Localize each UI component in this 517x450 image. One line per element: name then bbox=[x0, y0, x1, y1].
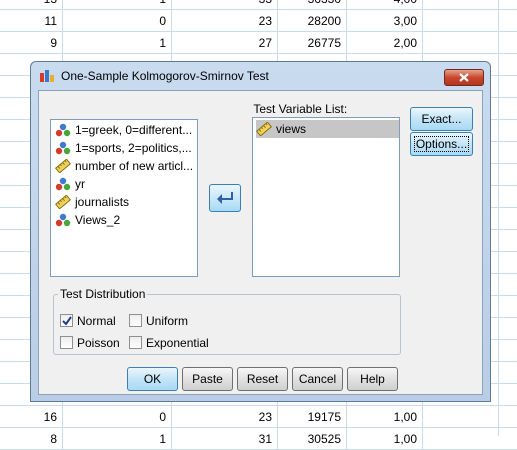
test-variable-list-label-text: Test Variable List: bbox=[253, 102, 348, 116]
table-cell[interactable]: 36330 bbox=[278, 0, 347, 10]
table-cell[interactable]: 23 bbox=[172, 10, 278, 32]
reset-button-label: Reset bbox=[246, 372, 279, 386]
source-variable-list[interactable]: 1=greek, 0=different... 1=sports, 2=poli… bbox=[50, 119, 198, 277]
list-item-label: yr bbox=[75, 177, 85, 191]
normal-checkbox[interactable] bbox=[60, 314, 73, 327]
list-item-label: 1=sports, 2=politics,... bbox=[75, 141, 192, 155]
table-cell[interactable]: 13 bbox=[0, 0, 63, 10]
table-row: 11 0 23 28200 3,00 bbox=[0, 10, 517, 32]
scale-variable-icon bbox=[55, 195, 71, 209]
table-cell[interactable]: 33 bbox=[172, 0, 278, 10]
ks-test-dialog: One-Sample Kolmogorov-Smirnov Test 1=gre… bbox=[30, 61, 491, 402]
table-cell[interactable]: 1 bbox=[63, 428, 172, 450]
table-cell[interactable]: 23 bbox=[172, 406, 278, 428]
help-button[interactable]: Help bbox=[347, 367, 398, 391]
ok-button-label: OK bbox=[143, 372, 162, 386]
table-cell[interactable]: 26775 bbox=[278, 32, 347, 54]
table-cell[interactable]: 2,00 bbox=[347, 32, 423, 54]
nominal-variable-icon bbox=[55, 123, 71, 137]
cancel-button[interactable]: Cancel bbox=[292, 367, 343, 391]
table-cell[interactable]: 1 bbox=[63, 0, 172, 10]
checkmark-icon bbox=[62, 316, 72, 326]
cancel-button-label: Cancel bbox=[298, 372, 337, 386]
table-cell[interactable]: 1,00 bbox=[347, 406, 423, 428]
nominal-variable-icon bbox=[55, 177, 71, 191]
close-button[interactable] bbox=[444, 69, 484, 86]
test-distribution-title: Test Distribution bbox=[58, 287, 148, 301]
list-item-label: number of new articl... bbox=[75, 159, 194, 173]
options-button[interactable]: Options... bbox=[410, 132, 473, 156]
table-row: 16 0 23 19175 1,00 bbox=[0, 406, 517, 428]
exponential-checkbox[interactable] bbox=[129, 336, 142, 349]
uniform-label[interactable]: Uniform bbox=[146, 314, 188, 328]
exponential-label[interactable]: Exponential bbox=[146, 336, 209, 350]
table-cell[interactable]: 9 bbox=[0, 32, 63, 54]
list-item-selected[interactable]: views bbox=[256, 120, 399, 138]
scale-variable-icon bbox=[256, 122, 272, 136]
table-cell[interactable]: 27 bbox=[172, 32, 278, 54]
help-button-label: Help bbox=[360, 372, 385, 386]
table-cell[interactable]: 31 bbox=[172, 428, 278, 450]
paste-button-label: Paste bbox=[192, 372, 223, 386]
list-item-label: Views_2 bbox=[75, 213, 121, 227]
poisson-checkbox[interactable] bbox=[60, 336, 73, 349]
list-item-label: journalists bbox=[75, 195, 130, 209]
table-row: 9 1 27 26775 2,00 bbox=[0, 32, 517, 54]
test-variable-list[interactable]: views bbox=[252, 117, 400, 277]
table-row: 8 1 31 30525 1,00 bbox=[0, 428, 517, 450]
move-variable-button[interactable] bbox=[209, 184, 241, 212]
exact-button-label: Exact... bbox=[421, 112, 462, 126]
list-item-label: 1=greek, 0=different... bbox=[75, 123, 193, 137]
table-cell[interactable]: 0 bbox=[63, 10, 172, 32]
table-cell[interactable]: 16 bbox=[0, 406, 63, 428]
paste-button[interactable]: Paste bbox=[182, 367, 233, 391]
list-item-label: views bbox=[276, 122, 307, 136]
move-arrow-icon bbox=[217, 192, 233, 204]
dialog-title: One-Sample Kolmogorov-Smirnov Test bbox=[61, 69, 269, 83]
table-cell[interactable]: 30525 bbox=[278, 428, 347, 450]
table-cell[interactable]: 8 bbox=[0, 428, 63, 450]
table-cell[interactable]: 11 bbox=[0, 10, 63, 32]
table-cell[interactable]: 1,00 bbox=[347, 428, 423, 450]
nominal-variable-icon bbox=[55, 213, 71, 227]
table-cell[interactable]: 1 bbox=[63, 32, 172, 54]
options-button-label: Options... bbox=[413, 136, 470, 152]
reset-button[interactable]: Reset bbox=[237, 367, 288, 391]
dialog-body: 1=greek, 0=different... 1=sports, 2=poli… bbox=[38, 90, 483, 395]
dialog-app-icon bbox=[40, 70, 54, 82]
table-row: 13 1 33 36330 4,00 bbox=[0, 0, 517, 10]
test-variable-list-label: TTest Variable List: bbox=[253, 102, 348, 116]
scale-variable-icon bbox=[55, 159, 71, 173]
table-cell[interactable]: 4,00 bbox=[347, 0, 423, 10]
table-cell[interactable]: 3,00 bbox=[347, 10, 423, 32]
uniform-checkbox[interactable] bbox=[129, 314, 142, 327]
ok-button[interactable]: OK bbox=[127, 367, 178, 391]
close-icon bbox=[459, 73, 469, 82]
dialog-titlebar[interactable]: One-Sample Kolmogorov-Smirnov Test bbox=[31, 62, 490, 90]
normal-label[interactable]: Normal bbox=[77, 314, 116, 328]
table-cell[interactable]: 28200 bbox=[278, 10, 347, 32]
table-cell[interactable]: 19175 bbox=[278, 406, 347, 428]
poisson-label[interactable]: Poisson bbox=[77, 336, 120, 350]
table-cell[interactable]: 0 bbox=[63, 406, 172, 428]
nominal-variable-icon bbox=[55, 141, 71, 155]
exact-button[interactable]: Exact... bbox=[410, 107, 473, 131]
